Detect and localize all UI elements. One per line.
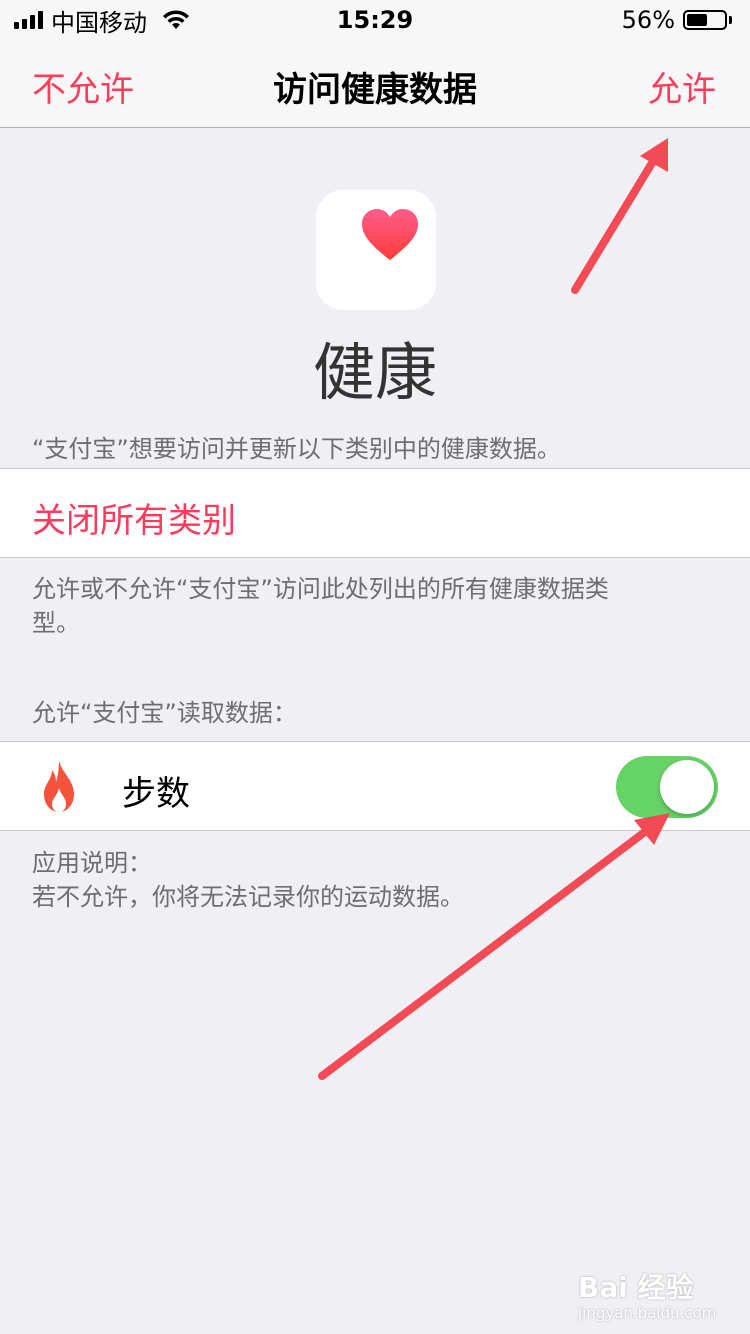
read-data-header: 允许“支付宝”读取数据：	[32, 699, 297, 727]
heart-icon	[362, 209, 418, 260]
battery-fill	[687, 14, 708, 26]
steps-toggle[interactable]	[616, 756, 718, 818]
nav-bar: 不允许 访问健康数据 允许	[0, 40, 750, 128]
page-title: 访问健康数据	[273, 70, 477, 110]
app-name: 健康	[312, 336, 437, 409]
battery-icon	[683, 10, 727, 30]
battery-percent: 56%	[621, 6, 675, 34]
health-app-icon	[316, 190, 436, 310]
battery-cap	[729, 16, 732, 24]
status-right: 56%	[622, 6, 732, 34]
close-all-categories-label: 关闭所有类别	[32, 501, 236, 541]
steps-row[interactable]: 步数	[0, 741, 750, 831]
app-note-body: 若不允许，你将无法记录你的运动数据。	[32, 883, 464, 911]
status-bar: 中国移动 15:29 56%	[0, 0, 750, 40]
app-note: 应用说明： 若不允许，你将无法记录你的运动数据。	[32, 846, 464, 914]
watermark-url: jingyan.baidu.com	[578, 1304, 717, 1322]
watermark-logo: Bai 经验	[578, 1271, 694, 1304]
steps-label: 步数	[122, 774, 190, 814]
allow-button[interactable]: 允许	[648, 62, 716, 111]
arrow-to-allow	[571, 138, 668, 294]
close-all-categories-row[interactable]: 关闭所有类别	[0, 468, 750, 558]
toggle-knob	[660, 760, 714, 814]
app-note-title: 应用说明：	[32, 849, 152, 877]
intro-text: “支付宝”想要访问并更新以下类别中的健康数据。	[32, 435, 561, 463]
watermark: Bai 经验 jingyan.baidu.com	[578, 1266, 728, 1322]
flame-icon	[44, 760, 74, 812]
permission-note: 允许或不允许“支付宝”访问此处列出的所有健康数据类型。	[32, 575, 609, 637]
